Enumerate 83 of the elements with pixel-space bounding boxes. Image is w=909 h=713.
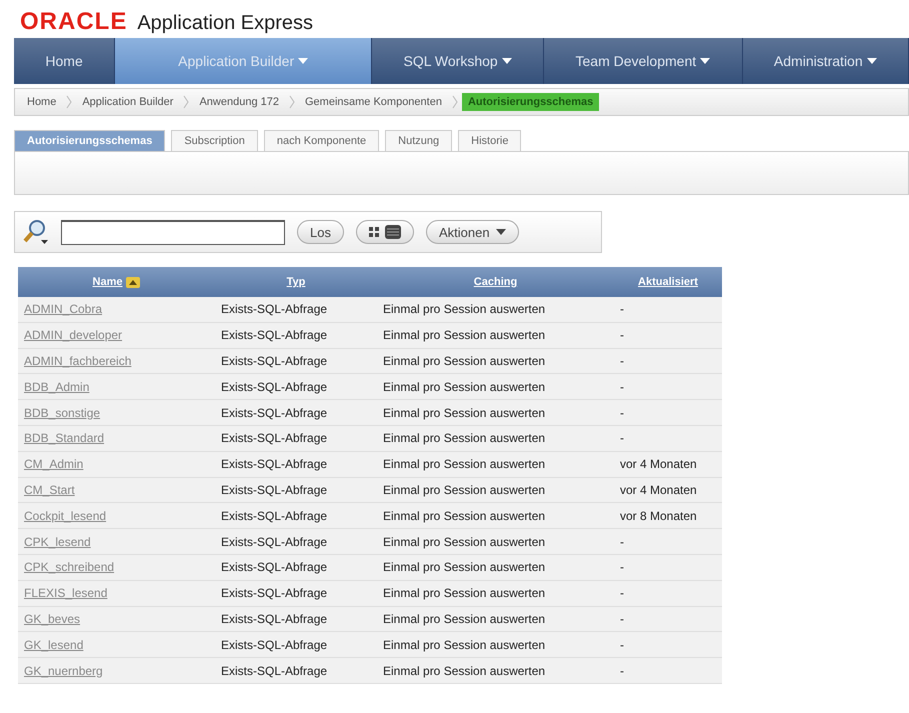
table-cell: - [614,400,722,426]
column-header[interactable]: Aktualisiert [614,267,722,297]
table-cell: vor 4 Monaten [614,477,722,503]
list-icon [384,225,401,239]
go-button[interactable]: Los [297,220,344,244]
name-link[interactable]: GK_beves [24,612,80,626]
table-cell: - [614,580,722,606]
table-cell: Exists-SQL-Abfrage [215,606,377,632]
chevron-icon [288,95,295,109]
chevron-icon [183,95,190,109]
table-cell: Exists-SQL-Abfrage [215,528,377,554]
breadcrumb-link[interactable]: Home [21,93,62,111]
table-cell: Exists-SQL-Abfrage [215,632,377,658]
tab[interactable]: Nutzung [385,130,452,151]
table-cell: - [614,632,722,658]
chevron-icon [452,95,458,109]
table-cell: - [614,374,722,400]
tab[interactable]: Autorisierungsschemas [14,130,166,151]
nav-tab[interactable]: SQL Workshop [372,38,544,84]
table-cell: Einmal pro Session auswerten [377,580,614,606]
oracle-logo: ORACLE [20,8,128,36]
table-cell: Exists-SQL-Abfrage [215,502,377,529]
nav-tab[interactable]: Team Development [544,38,743,84]
table-cell: Einmal pro Session auswerten [377,554,614,580]
breadcrumb-link[interactable]: Application Builder [76,93,180,111]
table-cell: Einmal pro Session auswerten [377,528,614,554]
table-cell: Exists-SQL-Abfrage [215,554,377,580]
name-link[interactable]: CPK_lesend [24,534,91,549]
name-link[interactable]: CM_Admin [24,457,84,472]
search-icon[interactable] [23,218,49,246]
table-cell: vor 8 Monaten [614,502,722,529]
table-cell: Einmal pro Session auswerten [377,322,614,348]
table-cell: Einmal pro Session auswerten [377,632,614,658]
product-name: Application Express [137,12,313,35]
view-toggle-button[interactable] [356,220,414,244]
table-cell: Einmal pro Session auswerten [377,348,614,374]
table-cell: - [614,554,722,580]
table-cell: Einmal pro Session auswerten [377,606,614,632]
table-cell: - [614,606,722,632]
name-link[interactable]: BDB_Admin [24,380,90,394]
table-cell: - [614,658,722,684]
table-cell: Exists-SQL-Abfrage [215,400,377,426]
table-cell: Exists-SQL-Abfrage [215,580,377,606]
breadcrumb-link[interactable]: Anwendung 172 [193,93,285,111]
actions-button[interactable]: Aktionen [426,220,519,244]
nav-tab[interactable]: Application Builder [115,38,372,84]
breadcrumb-link[interactable]: Gemeinsame Komponenten [298,93,448,111]
table-cell: Exists-SQL-Abfrage [215,477,377,503]
table-cell: Einmal pro Session auswerten [377,297,614,322]
table-cell: Exists-SQL-Abfrage [215,297,377,322]
table-cell: Exists-SQL-Abfrage [215,425,377,452]
table-cell: vor 4 Monaten [614,451,722,478]
table-cell: Einmal pro Session auswerten [377,374,614,400]
chevron-icon [66,95,72,109]
tab[interactable]: nach Komponente [264,130,380,151]
table-cell: Exists-SQL-Abfrage [215,658,377,684]
nav-tab[interactable]: Administration [742,38,909,84]
column-header[interactable]: Typ [215,267,377,297]
grid-icon [368,227,379,237]
table-cell: Exists-SQL-Abfrage [215,374,377,400]
table-cell: Einmal pro Session auswerten [377,477,614,503]
table-cell: Einmal pro Session auswerten [377,451,614,478]
table-cell: - [614,348,722,374]
table-cell: - [614,528,722,554]
column-header[interactable]: Name [18,267,215,297]
table-cell: Einmal pro Session auswerten [377,658,614,684]
table-cell: - [614,322,722,348]
tab[interactable]: Subscription [171,130,258,151]
table-cell: Exists-SQL-Abfrage [215,451,377,478]
search-field[interactable] [61,220,285,244]
name-link[interactable]: GK_lesend [24,638,84,652]
table-cell: Einmal pro Session auswerten [377,502,614,529]
table-cell: - [614,425,722,452]
table-cell: - [614,297,722,322]
breadcrumb-link[interactable]: Autorisierungsschemas [462,93,600,111]
column-header[interactable]: Caching [377,267,614,297]
table-cell: Exists-SQL-Abfrage [215,348,377,374]
table-cell: Exists-SQL-Abfrage [215,322,377,348]
caret-icon [496,229,506,235]
table-cell: Einmal pro Session auswerten [377,425,614,452]
table-cell: Einmal pro Session auswerten [377,400,614,426]
name-link[interactable]: CM_Start [24,482,75,497]
tab[interactable]: Historie [458,130,522,151]
